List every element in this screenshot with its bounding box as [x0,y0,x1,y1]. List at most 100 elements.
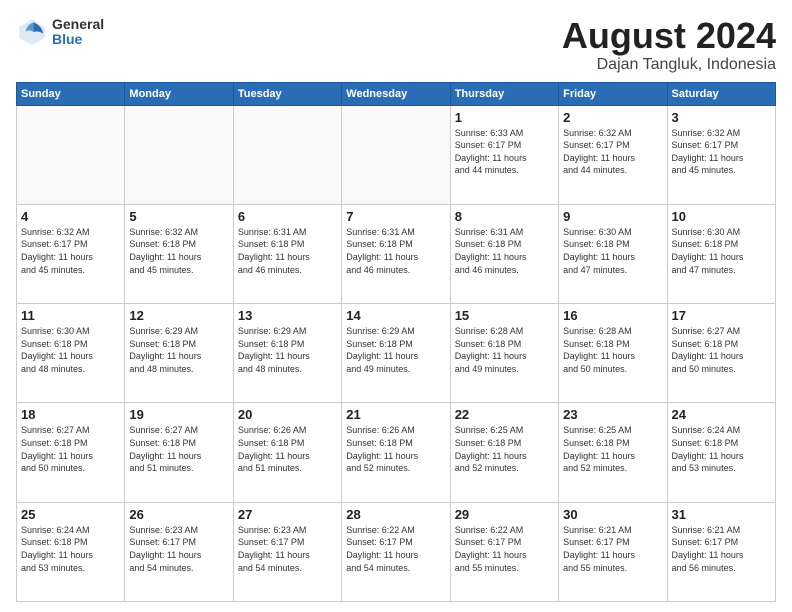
day-number: 24 [672,407,771,422]
day-info: Sunrise: 6:21 AM Sunset: 6:17 PM Dayligh… [563,524,662,574]
calendar-week-row: 4 Sunrise: 6:32 AM Sunset: 6:17 PM Daylig… [17,204,776,303]
table-row: 18 Sunrise: 6:27 AM Sunset: 6:18 PM Dayli… [17,403,125,502]
table-row: 14Sunrise: 6:29 AM Sunset: 6:18 PM Dayli… [342,304,450,403]
header: General Blue August 2024 Dajan Tangluk, … [16,16,776,74]
calendar-location: Dajan Tangluk, Indonesia [562,56,776,74]
logo-icon [16,16,48,48]
day-info: Sunrise: 6:30 AM Sunset: 6:18 PM Dayligh… [672,226,771,276]
day-info: Sunrise: 6:32 AM Sunset: 6:18 PM Dayligh… [129,226,228,276]
day-number: 5 [129,209,228,224]
calendar-table: Sunday Monday Tuesday Wednesday Thursday… [16,82,776,602]
table-row: 6Sunrise: 6:31 AM Sunset: 6:18 PM Daylig… [233,204,341,303]
day-number: 17 [672,308,771,323]
logo-general-text: General [52,17,104,32]
table-row: 28Sunrise: 6:22 AM Sunset: 6:17 PM Dayli… [342,502,450,601]
col-monday: Monday [125,82,233,105]
day-number: 4 [21,209,120,224]
day-number: 18 [21,407,120,422]
day-info: Sunrise: 6:30 AM Sunset: 6:18 PM Dayligh… [21,325,120,375]
table-row: 17 Sunrise: 6:27 AM Sunset: 6:18 PM Dayli… [667,304,775,403]
table-row: 8 Sunrise: 6:31 AM Sunset: 6:18 PM Daylig… [450,204,558,303]
day-number: 19 [129,407,228,422]
table-row: 12 Sunrise: 6:29 AM Sunset: 6:18 PM Dayli… [125,304,233,403]
day-info: Sunrise: 6:32 AM Sunset: 6:17 PM Dayligh… [563,127,662,177]
day-info: Sunrise: 6:29 AM Sunset: 6:18 PM Dayligh… [238,325,337,375]
day-number: 21 [346,407,445,422]
day-info: Sunrise: 6:27 AM Sunset: 6:18 PM Dayligh… [21,424,120,474]
day-number: 6 [238,209,337,224]
table-row: 29 Sunrise: 6:22 AM Sunset: 6:17 PM Dayli… [450,502,558,601]
day-number: 25 [21,507,120,522]
table-row: 16 Sunrise: 6:28 AM Sunset: 6:18 PM Dayli… [559,304,667,403]
day-number: 1 [455,110,554,125]
table-row: 31 Sunrise: 6:21 AM Sunset: 6:17 PM Dayli… [667,502,775,601]
day-info: Sunrise: 6:24 AM Sunset: 6:18 PM Dayligh… [672,424,771,474]
calendar-title: August 2024 [562,16,776,56]
day-number: 14 [346,308,445,323]
col-thursday: Thursday [450,82,558,105]
table-row: 23Sunrise: 6:25 AM Sunset: 6:18 PM Dayli… [559,403,667,502]
day-info: Sunrise: 6:29 AM Sunset: 6:18 PM Dayligh… [129,325,228,375]
day-info: Sunrise: 6:31 AM Sunset: 6:18 PM Dayligh… [455,226,554,276]
table-row: 19 Sunrise: 6:27 AM Sunset: 6:18 PM Dayli… [125,403,233,502]
table-row: 30Sunrise: 6:21 AM Sunset: 6:17 PM Dayli… [559,502,667,601]
table-row: 15Sunrise: 6:28 AM Sunset: 6:18 PM Dayli… [450,304,558,403]
col-sunday: Sunday [17,82,125,105]
table-row: 22 Sunrise: 6:25 AM Sunset: 6:18 PM Dayli… [450,403,558,502]
day-info: Sunrise: 6:25 AM Sunset: 6:18 PM Dayligh… [455,424,554,474]
day-info: Sunrise: 6:23 AM Sunset: 6:17 PM Dayligh… [238,524,337,574]
day-number: 7 [346,209,445,224]
day-number: 20 [238,407,337,422]
table-row [125,105,233,204]
calendar-week-row: 25 Sunrise: 6:24 AM Sunset: 6:18 PM Dayli… [17,502,776,601]
day-number: 9 [563,209,662,224]
day-info: Sunrise: 6:30 AM Sunset: 6:18 PM Dayligh… [563,226,662,276]
calendar-header-row: Sunday Monday Tuesday Wednesday Thursday… [17,82,776,105]
day-number: 16 [563,308,662,323]
table-row: 24 Sunrise: 6:24 AM Sunset: 6:18 PM Dayli… [667,403,775,502]
day-number: 8 [455,209,554,224]
logo-blue-text: Blue [52,32,104,47]
day-number: 13 [238,308,337,323]
title-block: August 2024 Dajan Tangluk, Indonesia [562,16,776,74]
day-info: Sunrise: 6:27 AM Sunset: 6:18 PM Dayligh… [672,325,771,375]
table-row: 1 Sunrise: 6:33 AM Sunset: 6:17 PM Daylig… [450,105,558,204]
table-row: 4 Sunrise: 6:32 AM Sunset: 6:17 PM Daylig… [17,204,125,303]
table-row: 10Sunrise: 6:30 AM Sunset: 6:18 PM Dayli… [667,204,775,303]
col-saturday: Saturday [667,82,775,105]
table-row [342,105,450,204]
day-info: Sunrise: 6:21 AM Sunset: 6:17 PM Dayligh… [672,524,771,574]
day-number: 26 [129,507,228,522]
calendar-week-row: 11 Sunrise: 6:30 AM Sunset: 6:18 PM Dayli… [17,304,776,403]
day-info: Sunrise: 6:32 AM Sunset: 6:17 PM Dayligh… [21,226,120,276]
day-info: Sunrise: 6:22 AM Sunset: 6:17 PM Dayligh… [455,524,554,574]
table-row: 3Sunrise: 6:32 AM Sunset: 6:17 PM Daylig… [667,105,775,204]
day-number: 23 [563,407,662,422]
day-number: 29 [455,507,554,522]
table-row [233,105,341,204]
day-info: Sunrise: 6:33 AM Sunset: 6:17 PM Dayligh… [455,127,554,177]
logo: General Blue [16,16,104,48]
page: General Blue August 2024 Dajan Tangluk, … [0,0,792,612]
table-row: 26 Sunrise: 6:23 AM Sunset: 6:17 PM Dayli… [125,502,233,601]
calendar-week-row: 18 Sunrise: 6:27 AM Sunset: 6:18 PM Dayli… [17,403,776,502]
day-info: Sunrise: 6:26 AM Sunset: 6:18 PM Dayligh… [346,424,445,474]
day-info: Sunrise: 6:24 AM Sunset: 6:18 PM Dayligh… [21,524,120,574]
day-info: Sunrise: 6:26 AM Sunset: 6:18 PM Dayligh… [238,424,337,474]
col-friday: Friday [559,82,667,105]
table-row: 9 Sunrise: 6:30 AM Sunset: 6:18 PM Daylig… [559,204,667,303]
col-wednesday: Wednesday [342,82,450,105]
table-row: 13 Sunrise: 6:29 AM Sunset: 6:18 PM Dayli… [233,304,341,403]
day-number: 12 [129,308,228,323]
day-info: Sunrise: 6:23 AM Sunset: 6:17 PM Dayligh… [129,524,228,574]
table-row: 11 Sunrise: 6:30 AM Sunset: 6:18 PM Dayli… [17,304,125,403]
table-row: 21 Sunrise: 6:26 AM Sunset: 6:18 PM Dayli… [342,403,450,502]
day-number: 28 [346,507,445,522]
day-number: 31 [672,507,771,522]
day-info: Sunrise: 6:27 AM Sunset: 6:18 PM Dayligh… [129,424,228,474]
day-info: Sunrise: 6:28 AM Sunset: 6:18 PM Dayligh… [563,325,662,375]
table-row: 25 Sunrise: 6:24 AM Sunset: 6:18 PM Dayli… [17,502,125,601]
day-number: 22 [455,407,554,422]
table-row: 5 Sunrise: 6:32 AM Sunset: 6:18 PM Daylig… [125,204,233,303]
day-number: 11 [21,308,120,323]
